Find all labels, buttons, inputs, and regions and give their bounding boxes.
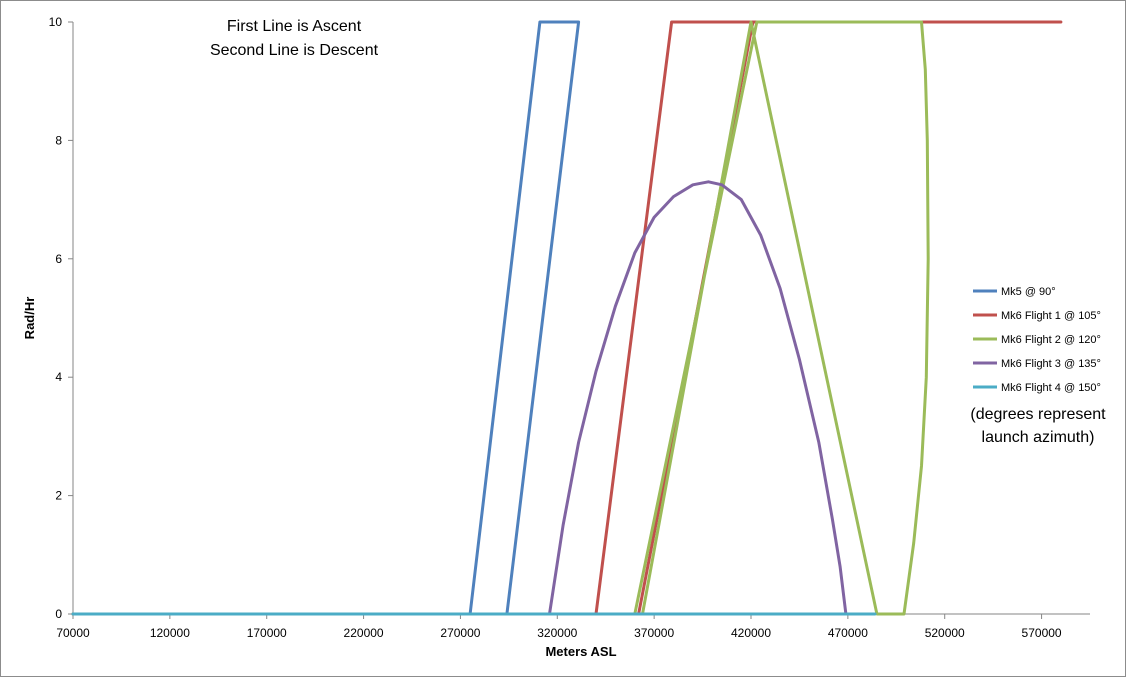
- annotation-ascent: First Line is Ascent: [227, 18, 362, 35]
- y-tick-label: 10: [49, 15, 63, 29]
- line-chart: 0 2 4 6 8 10 70000 120000 170000 220000 270000 3200…: [22, 15, 1106, 659]
- x-tick-label: 270000: [440, 626, 480, 640]
- annotation-descent: Second Line is Descent: [210, 42, 379, 59]
- x-tick-label: 520000: [925, 626, 965, 640]
- x-tick-label: 320000: [537, 626, 577, 640]
- y-tick-label: 0: [55, 607, 62, 621]
- y-tick-label: 2: [55, 489, 62, 503]
- x-axis-title: Meters ASL: [545, 644, 616, 659]
- x-tick-label: 570000: [1022, 626, 1062, 640]
- x-tick-label: 370000: [634, 626, 674, 640]
- legend-label-1: Mk5 @ 90°: [1001, 286, 1056, 298]
- chart-frame: 0 2 4 6 8 10 70000 120000 170000 220000 270000 3200…: [0, 0, 1126, 677]
- x-tick-label: 220000: [344, 626, 384, 640]
- series-line-4: [548, 180, 848, 616]
- series-line-1: [71, 20, 581, 616]
- y-tick-label: 8: [55, 133, 62, 147]
- annotation-azimuth-note-1: (degrees represent: [970, 406, 1106, 423]
- y-axis-title: Rad/Hr: [22, 297, 37, 340]
- annotation-azimuth-note-2: launch azimuth): [982, 429, 1095, 446]
- legend-label-2: Mk6 Flight 1 @ 105°: [1001, 310, 1101, 322]
- y-tick-label: 4: [55, 370, 62, 384]
- legend-label-4: Mk6 Flight 3 @ 135°: [1001, 358, 1101, 370]
- legend-label-3: Mk6 Flight 2 @ 120°: [1001, 334, 1101, 346]
- series-layer: [71, 20, 1063, 616]
- legend-label-5: Mk6 Flight 4 @ 150°: [1001, 382, 1101, 394]
- x-tick-label: 470000: [828, 626, 868, 640]
- series-line-3: [71, 20, 930, 616]
- x-tick-label: 120000: [150, 626, 190, 640]
- legend: Mk5 @ 90° Mk6 Flight 1 @ 105° Mk6 Flight 2…: [973, 286, 1101, 394]
- x-tick-label: 420000: [731, 626, 771, 640]
- x-tick-label: 170000: [247, 626, 287, 640]
- y-tick-label: 6: [55, 252, 62, 266]
- x-tick-label: 70000: [56, 626, 90, 640]
